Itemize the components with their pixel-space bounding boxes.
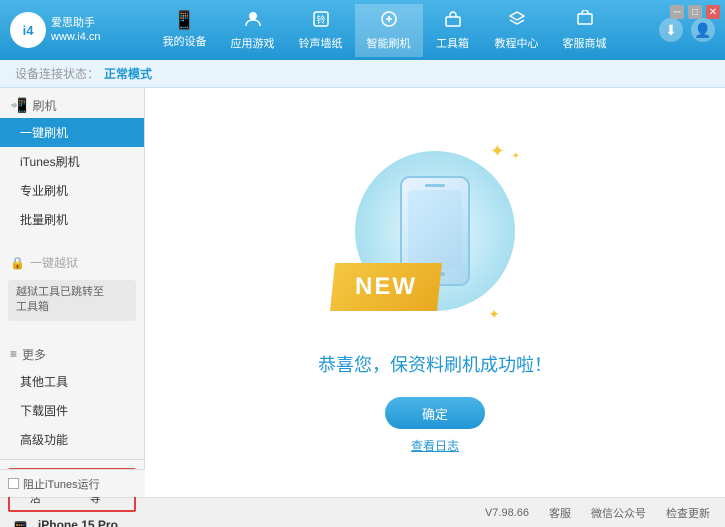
footer-service[interactable]: 客服	[549, 505, 571, 521]
version-label: V7.98.66	[485, 507, 529, 519]
footer-check-update[interactable]: 检查更新	[666, 505, 710, 521]
sidebar-jailbreak-section: 🔒 一键越狱 越狱工具已跳转至 工具箱	[0, 245, 144, 331]
nav-service-icon	[576, 10, 594, 33]
sidebar-item-other-tools[interactable]: 其他工具	[0, 367, 144, 396]
sidebar: 📲 刷机 一键刷机 iTunes刷机 专业刷机 批量刷机	[0, 88, 145, 497]
nav-tutorial[interactable]: 教程中心	[483, 4, 551, 57]
header-right: ⬇ 👤	[659, 18, 725, 42]
success-message: 恭喜您，保资料刷机成功啦！	[318, 351, 552, 377]
device-details: iPhone 15 Pro Max 512GB iPhone	[38, 518, 136, 527]
navigation: 📱 我的设备 应用游戏 铃 铃声墙纸 智能刷机	[110, 4, 659, 57]
nav-smart-flash[interactable]: 智能刷机	[355, 4, 423, 57]
phone-screen	[408, 190, 462, 270]
view-log-link[interactable]: 查看日志	[411, 437, 459, 454]
maximize-button[interactable]: □	[688, 5, 702, 19]
sidebar-item-batch-flash[interactable]: 批量刷机	[0, 205, 144, 234]
status-bar: 设备连接状态： 正常模式	[0, 60, 725, 88]
nav-my-device[interactable]: 📱 我的设备	[151, 4, 219, 57]
nav-toolbox[interactable]: 工具箱	[423, 4, 483, 57]
user-button[interactable]: 👤	[691, 18, 715, 42]
device-phone-icon: 📱	[8, 520, 33, 527]
sidebar-disabled-jailbreak: 🔒 一键越狱	[0, 250, 144, 275]
footer-wechat[interactable]: 微信公众号	[591, 505, 646, 521]
sidebar-notice-box: 越狱工具已跳转至 工具箱	[8, 280, 136, 321]
sidebar-item-advanced[interactable]: 高级功能	[0, 425, 144, 454]
phone-illustration: ✦ ✦ NEW ✦ ✦	[335, 131, 535, 331]
sparkle-bottom-icon: ✦	[488, 306, 500, 323]
logo-area: i4 爱思助手 www.i4.cn	[0, 12, 110, 48]
new-badge: NEW ✦	[330, 263, 442, 311]
nav-ringtone[interactable]: 铃 铃声墙纸	[287, 4, 355, 57]
confirm-button[interactable]: 确定	[385, 397, 485, 429]
sidebar-flash-section: 📲 刷机 一键刷机 iTunes刷机 专业刷机 批量刷机	[0, 88, 144, 239]
lock-icon: 🔒	[10, 256, 25, 270]
logo-icon: i4	[10, 12, 46, 48]
header: i4 爱思助手 www.i4.cn 📱 我的设备 应用游戏 铃	[0, 0, 725, 60]
block-itunes-checkbox[interactable]	[8, 478, 19, 489]
flash-category-icon: 📲	[10, 97, 27, 114]
nav-my-device-icon: 📱	[173, 10, 195, 31]
minimize-button[interactable]: ─	[670, 5, 684, 19]
logo-text: 爱思助手 www.i4.cn	[51, 16, 101, 45]
block-itunes-bar: 阻止iTunes运行	[0, 469, 145, 497]
nav-ringtone-icon: 铃	[312, 10, 330, 33]
device-info: 📱 iPhone 15 Pro Max 512GB iPhone	[8, 518, 136, 527]
sidebar-more-category: ≡ 更多	[0, 342, 144, 367]
sidebar-more-section: ≡ 更多 其他工具 下载固件 高级功能	[0, 337, 144, 459]
svg-text:铃: 铃	[316, 14, 325, 25]
nav-service[interactable]: 客服商城	[551, 4, 619, 57]
sidebar-item-pro-flash[interactable]: 专业刷机	[0, 176, 144, 205]
sidebar-flash-category: 📲 刷机	[0, 93, 144, 118]
sidebar-item-download-firmware[interactable]: 下载固件	[0, 396, 144, 425]
download-button[interactable]: ⬇	[659, 18, 683, 42]
main-layout: 📲 刷机 一键刷机 iTunes刷机 专业刷机 批量刷机	[0, 88, 725, 497]
sidebar-item-one-click-flash[interactable]: 一键刷机	[0, 118, 144, 147]
nav-app-game-icon	[244, 10, 262, 33]
nav-smart-flash-icon	[380, 10, 398, 33]
sparkle-icon: ✦	[490, 141, 505, 162]
nav-app-game[interactable]: 应用游戏	[219, 4, 287, 57]
close-button[interactable]: ✕	[706, 5, 720, 19]
sidebar-item-itunes-flash[interactable]: iTunes刷机	[0, 147, 144, 176]
more-category-icon: ≡	[10, 347, 17, 361]
nav-toolbox-icon	[444, 10, 462, 33]
nav-tutorial-icon	[508, 10, 526, 33]
window-controls: ─ □ ✕	[670, 5, 720, 19]
content-area: ✦ ✦ NEW ✦ ✦ 恭喜您，保资	[145, 88, 725, 497]
phone-speaker	[425, 184, 445, 187]
sparkle-small-icon: ✦	[512, 151, 520, 162]
